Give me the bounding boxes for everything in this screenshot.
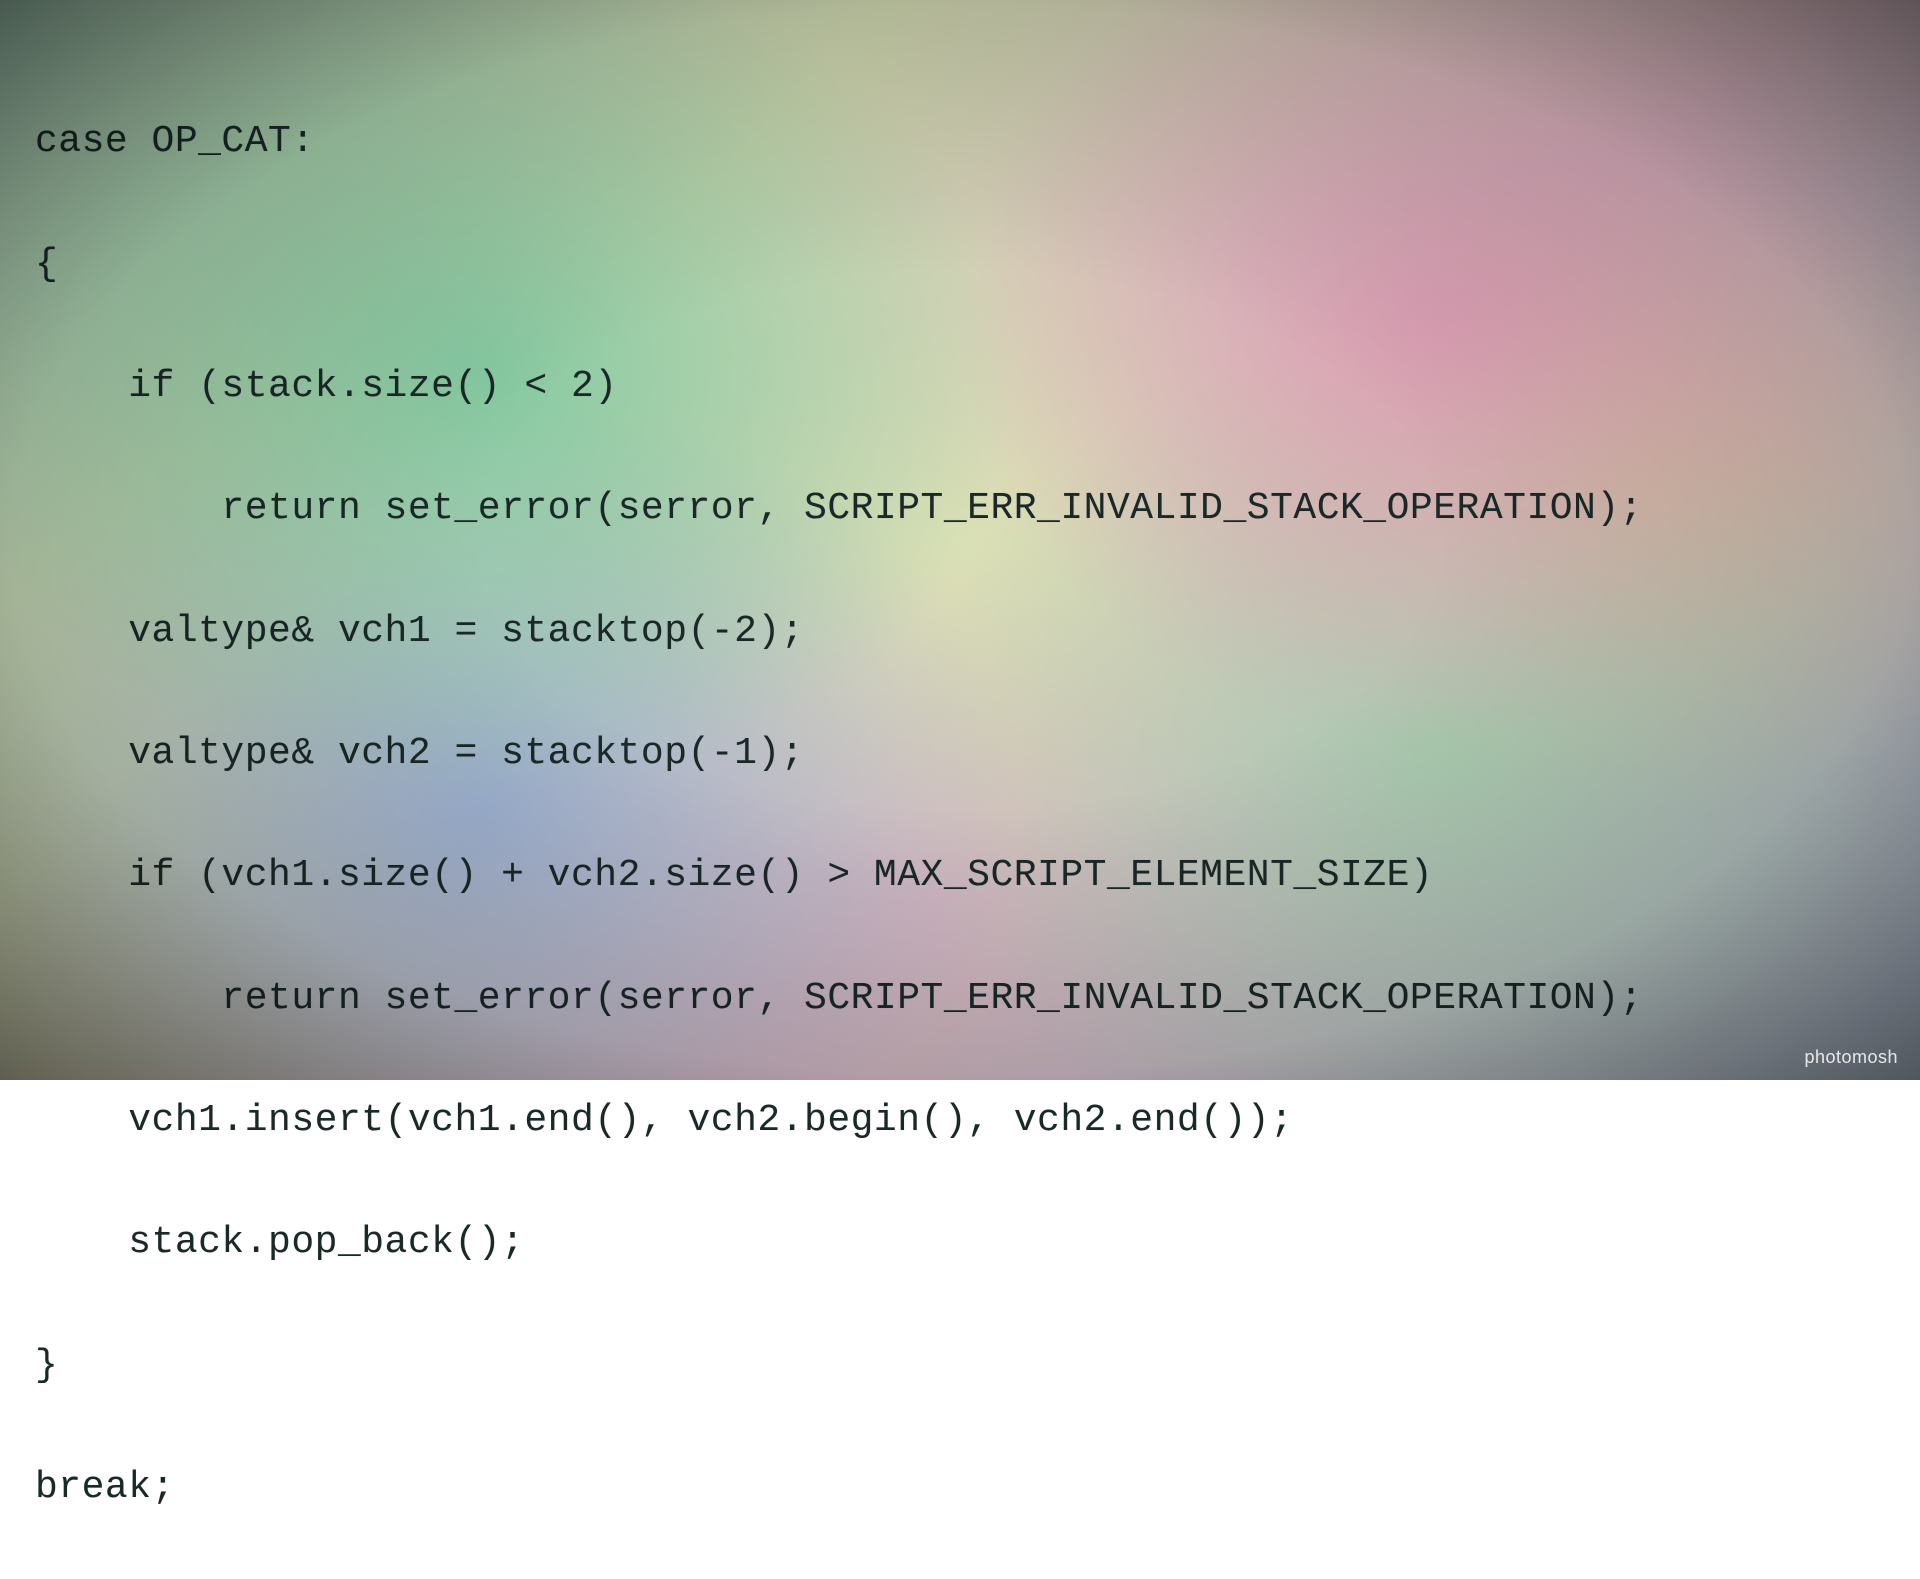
code-block: case OP_CAT: { if (stack.size() < 2) ret…: [35, 50, 1900, 1579]
code-line: break;: [35, 1457, 1900, 1518]
code-line: }: [35, 1335, 1900, 1396]
code-line: {: [35, 234, 1900, 295]
code-line: case OP_CAT:: [35, 111, 1900, 172]
code-line: return set_error(serror, SCRIPT_ERR_INVA…: [35, 968, 1900, 1029]
code-line: valtype& vch1 = stacktop(-2);: [35, 601, 1900, 662]
code-line: return set_error(serror, SCRIPT_ERR_INVA…: [35, 478, 1900, 539]
code-line: if (vch1.size() + vch2.size() > MAX_SCRI…: [35, 845, 1900, 906]
code-line: if (stack.size() < 2): [35, 356, 1900, 417]
code-line: valtype& vch2 = stacktop(-1);: [35, 723, 1900, 784]
code-line: vch1.insert(vch1.end(), vch2.begin(), vc…: [35, 1090, 1900, 1151]
code-line: stack.pop_back();: [35, 1212, 1900, 1273]
watermark-text: photomosh: [1804, 1047, 1898, 1068]
